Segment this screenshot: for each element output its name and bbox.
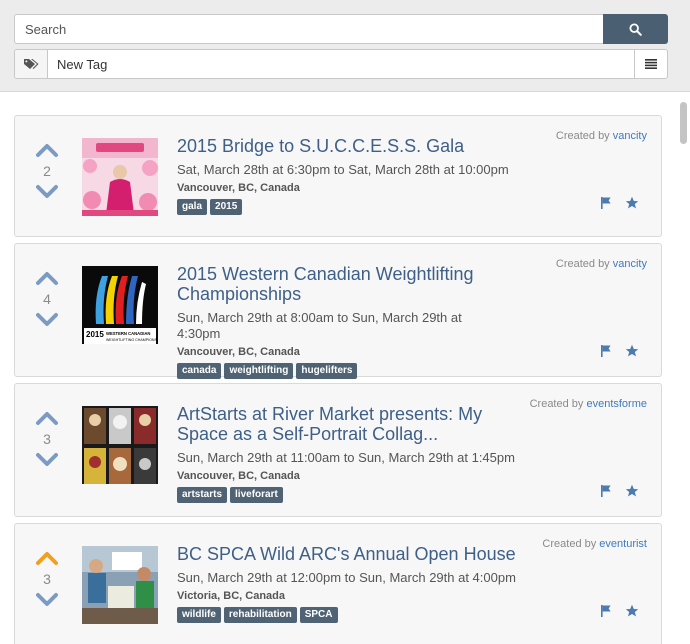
vote-control: 3 (35, 410, 59, 468)
tag[interactable]: hugelifters (296, 363, 358, 379)
vote-control: 4 (35, 270, 59, 328)
tag[interactable]: wildlife (177, 607, 221, 623)
svg-text:WESTERN CANADIAN: WESTERN CANADIAN (106, 331, 150, 336)
creator-link[interactable]: eventurist (599, 538, 647, 550)
created-by: Created by eventsforme (530, 398, 647, 410)
created-by: Created by eventurist (542, 538, 647, 550)
upvote-icon[interactable] (35, 142, 59, 158)
event-title[interactable]: BC SPCA Wild ARC's Annual Open House (177, 544, 516, 564)
event-info: ArtStarts at River Market presents: My S… (177, 404, 517, 503)
event-tags: gala 2015 (177, 199, 509, 215)
event-info: BC SPCA Wild ARC's Annual Open House Sun… (177, 544, 516, 623)
event-card: 2 2015 Bridge to S.U.C.C.E.S.S. Gala Sat… (14, 115, 662, 237)
event-location: Vancouver, BC, Canada (177, 346, 300, 358)
star-icon[interactable] (625, 344, 639, 358)
event-location: Victoria, BC, Canada (177, 590, 285, 602)
search-input[interactable] (14, 14, 604, 44)
tag[interactable]: canada (177, 363, 222, 379)
downvote-icon[interactable] (35, 592, 59, 608)
event-title[interactable]: ArtStarts at River Market presents: My S… (177, 404, 517, 444)
event-dates: Sun, March 29th at 8:00am to Sun, March … (177, 310, 462, 341)
scrollbar-thumb[interactable] (680, 102, 687, 144)
event-thumbnail[interactable] (82, 138, 158, 216)
event-thumbnail[interactable]: 2015 WESTERN CANADIAN WEIGHTLIFTING CHAM… (82, 266, 158, 344)
downvote-icon[interactable] (35, 312, 59, 328)
star-icon[interactable] (625, 604, 639, 618)
flag-icon[interactable] (599, 344, 613, 358)
creator-link[interactable]: vancity (613, 258, 647, 270)
tags-icon (24, 59, 39, 69)
vote-count: 3 (43, 571, 51, 587)
upvote-icon[interactable] (35, 270, 59, 286)
search-icon (629, 22, 642, 36)
event-location: Vancouver, BC, Canada (177, 182, 300, 194)
upvote-icon[interactable] (35, 410, 59, 426)
created-by: Created by vancity (556, 130, 647, 142)
tag[interactable]: SPCA (299, 607, 338, 623)
tag-list-button[interactable] (634, 50, 667, 78)
tag[interactable]: rehabilitation (223, 607, 297, 623)
creator-link[interactable]: vancity (613, 130, 647, 142)
star-icon[interactable] (625, 484, 639, 498)
created-by-label: Created by (555, 130, 610, 142)
event-thumbnail[interactable] (82, 406, 158, 484)
event-info: 2015 Bridge to S.U.C.C.E.S.S. Gala Sat, … (177, 136, 509, 215)
creator-link[interactable]: eventsforme (586, 398, 647, 410)
created-by-label: Created by (529, 398, 584, 410)
tag-filter-addon (15, 50, 48, 78)
tag-input[interactable] (49, 50, 634, 78)
svg-text:WEIGHTLIFTING CHAMPIONSHIPS: WEIGHTLIFTING CHAMPIONSHIPS (106, 338, 158, 342)
vote-control: 2 (35, 142, 59, 200)
search-button[interactable] (603, 14, 668, 44)
event-info: 2015 Western Canadian Weightlifting Cham… (177, 264, 497, 379)
event-dates: Sun, March 29th at 11:00am to Sun, March… (177, 450, 515, 465)
top-toolbar (0, 0, 690, 92)
svg-text:2015: 2015 (86, 330, 104, 339)
downvote-icon[interactable] (35, 184, 59, 200)
event-dates: Sat, March 28th at 6:30pm to Sat, March … (177, 162, 509, 177)
upvote-icon[interactable] (35, 550, 59, 566)
event-dates: Sun, March 29th at 12:00pm to Sun, March… (177, 570, 516, 585)
tag[interactable]: 2015 (210, 199, 243, 215)
vote-count: 4 (43, 291, 51, 307)
event-location: Vancouver, BC, Canada (177, 470, 300, 482)
flag-icon[interactable] (599, 196, 613, 210)
event-tags: wildlife rehabilitation SPCA (177, 607, 516, 623)
created-by-label: Created by (555, 258, 610, 270)
search-bar (14, 14, 668, 44)
event-card: 4 2015 WESTERN CANADIAN WEIGHTLIFTING CH… (14, 243, 662, 379)
vote-count: 2 (43, 163, 51, 179)
event-title[interactable]: 2015 Bridge to S.U.C.C.E.S.S. Gala (177, 136, 509, 156)
event-title[interactable]: 2015 Western Canadian Weightlifting Cham… (177, 264, 497, 304)
list-icon (645, 59, 657, 69)
event-tags: artstarts liveforart (177, 487, 517, 503)
flag-icon[interactable] (599, 484, 613, 498)
created-by-label: Created by (542, 538, 597, 550)
tag[interactable]: weightlifting (224, 363, 294, 379)
event-tags: canada weightlifting hugelifters (177, 363, 497, 379)
vote-count: 3 (43, 431, 51, 447)
downvote-icon[interactable] (35, 452, 59, 468)
star-icon[interactable] (625, 196, 639, 210)
created-by: Created by vancity (556, 258, 647, 270)
flag-icon[interactable] (599, 604, 613, 618)
event-card: 3 ArtStarts at River Market presents: My… (14, 383, 662, 517)
event-card: 3 BC SPCA Wild ARC's Annual Open House S… (14, 523, 662, 644)
tag-filter-bar (14, 49, 668, 79)
vote-control: 3 (35, 550, 59, 608)
tag[interactable]: artstarts (177, 487, 228, 503)
tag[interactable]: gala (177, 199, 208, 215)
tag[interactable]: liveforart (230, 487, 283, 503)
event-thumbnail[interactable] (82, 546, 158, 624)
